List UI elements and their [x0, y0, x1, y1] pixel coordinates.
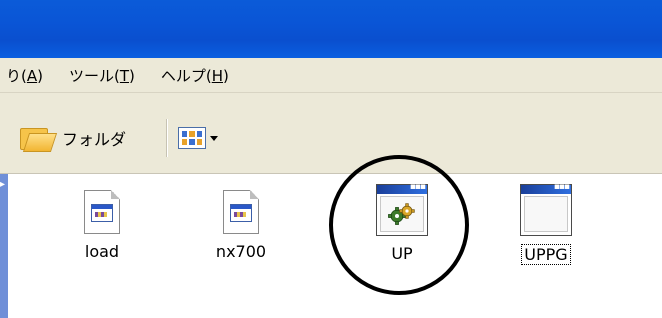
menu-item-help[interactable]: ヘルプ(H): [161, 65, 229, 86]
file-item-nx700[interactable]: nx700: [196, 184, 286, 284]
folder-icon: [18, 124, 58, 152]
file-view: ▸ load nx700 ▪▪▪ UP ▪▪▪ UPPG: [0, 174, 662, 318]
chevron-right-icon[interactable]: ▸: [0, 180, 5, 190]
file-label-selected: UPPG: [521, 244, 571, 265]
title-bar: [0, 0, 662, 58]
file-item-load[interactable]: load: [57, 184, 147, 284]
menu-item-favorites[interactable]: り(A): [6, 65, 43, 86]
folders-button-label: フォルダ: [62, 130, 127, 149]
file-label: nx700: [215, 242, 267, 261]
toolbar-separator: [166, 119, 168, 157]
chevron-down-icon[interactable]: [210, 135, 218, 141]
task-pane-edge[interactable]: ▸: [0, 174, 8, 318]
toolbar: フォルダ: [0, 93, 662, 174]
views-button[interactable]: [178, 125, 218, 151]
menu-item-tools[interactable]: ツール(T): [69, 65, 135, 86]
exe-document-icon: [223, 190, 259, 234]
window-app-icon: [520, 182, 572, 236]
folders-button[interactable]: フォルダ: [18, 123, 126, 153]
file-label: load: [84, 242, 120, 261]
annotation-circle: [329, 155, 469, 295]
menu-bar: り(A) ツール(T) ヘルプ(H): [0, 58, 662, 93]
exe-document-icon: [84, 190, 120, 234]
views-icon: [178, 127, 206, 149]
file-item-uppg[interactable]: UPPG: [501, 182, 591, 284]
